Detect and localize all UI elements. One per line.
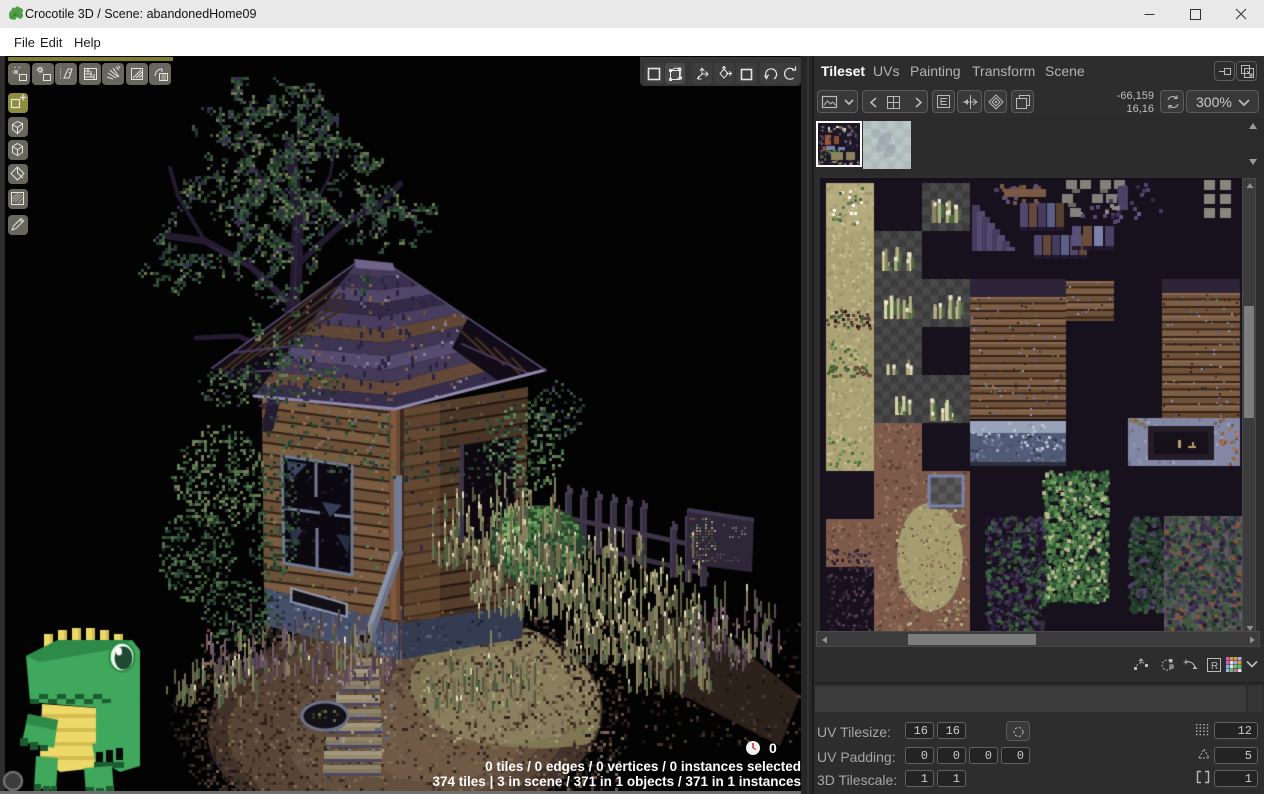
svg-text:R: R xyxy=(1211,661,1218,672)
